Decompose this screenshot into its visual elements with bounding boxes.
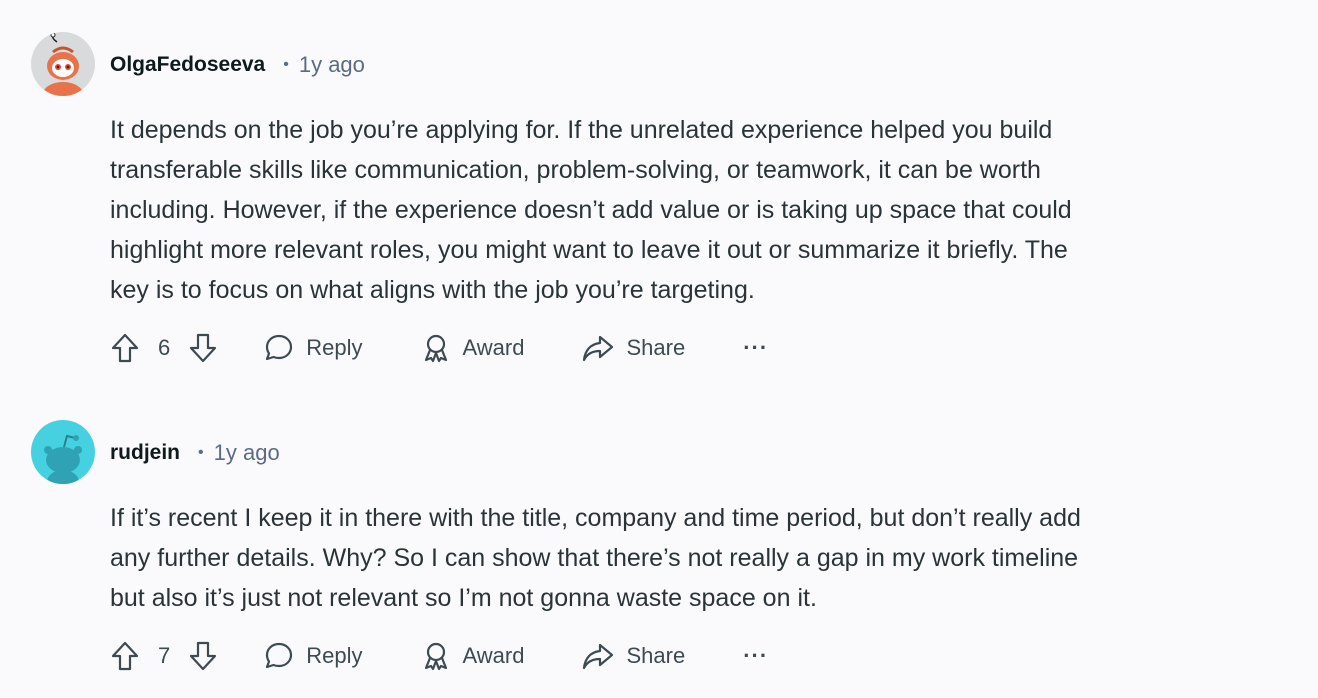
avatar[interactable] xyxy=(31,420,95,484)
avatar[interactable] xyxy=(31,32,95,96)
comment-body-line: key is to focus on what aligns with the … xyxy=(110,276,755,304)
speech-bubble-icon xyxy=(266,334,293,361)
comment-body-line: any further details. Why? So I can show … xyxy=(110,544,1079,572)
vote-controls: 7 xyxy=(110,638,218,674)
award-ribbon-icon xyxy=(424,334,447,363)
timestamp[interactable]: 1y ago xyxy=(214,440,280,466)
comment-body: It depends on the job you’re applying fo… xyxy=(110,110,1270,310)
comment-body-line: transferable skills like communication, … xyxy=(110,156,1041,184)
vote-score: 7 xyxy=(158,643,171,668)
ellipsis-icon[interactable]: ··· xyxy=(743,335,768,361)
username[interactable]: rudjein xyxy=(110,441,180,465)
share-button[interactable]: Share xyxy=(582,641,685,671)
share-label: Share xyxy=(626,643,686,668)
comment-meta: rudjein • 1y ago xyxy=(110,440,280,466)
meta-separator: • xyxy=(283,56,289,73)
reply-label: Reply xyxy=(306,643,363,668)
share-button[interactable]: Share xyxy=(582,333,685,363)
downvote-arrow-icon[interactable] xyxy=(188,330,218,366)
speech-bubble-icon xyxy=(266,642,293,669)
share-label: Share xyxy=(626,335,686,360)
reply-button[interactable]: Reply xyxy=(264,333,363,363)
meta-separator: • xyxy=(198,444,204,461)
comment-body-line: If it’s recent I keep it in there with t… xyxy=(110,504,1081,532)
reply-button[interactable]: Reply xyxy=(264,641,363,671)
comment-body-line: but also it’s just not relevant so I’m n… xyxy=(110,584,817,612)
ellipsis-icon[interactable]: ··· xyxy=(743,643,768,669)
comment-body: If it’s recent I keep it in there with t… xyxy=(110,498,1270,618)
reply-label: Reply xyxy=(306,335,363,360)
share-arrow-icon xyxy=(583,643,614,670)
comment-body-line: It depends on the job you’re applying fo… xyxy=(110,116,1053,144)
vote-controls: 6 xyxy=(110,330,218,366)
award-button[interactable]: Award xyxy=(421,333,525,363)
award-label: Award xyxy=(462,643,525,668)
comment-actions: 7 Reply Award Share ··· xyxy=(110,636,768,676)
comment-body-line: highlight more relevant roles, you might… xyxy=(110,236,1068,264)
user-avatar-icon xyxy=(31,32,95,96)
award-button[interactable]: Award xyxy=(421,641,525,671)
comment-meta: OlgaFedoseeva • 1y ago xyxy=(110,52,365,78)
award-ribbon-icon xyxy=(424,642,447,671)
comment-body-line: including. However, if the experience do… xyxy=(110,196,1072,224)
username[interactable]: OlgaFedoseeva xyxy=(110,53,265,77)
timestamp[interactable]: 1y ago xyxy=(299,52,365,78)
share-arrow-icon xyxy=(583,335,614,362)
upvote-arrow-icon[interactable] xyxy=(110,330,140,366)
upvote-arrow-icon[interactable] xyxy=(110,638,140,674)
comment-actions: 6 Reply Award Share ··· xyxy=(110,328,768,368)
award-label: Award xyxy=(462,335,525,360)
vote-score: 6 xyxy=(158,335,171,360)
downvote-arrow-icon[interactable] xyxy=(188,638,218,674)
snoo-avatar-icon xyxy=(31,420,95,484)
